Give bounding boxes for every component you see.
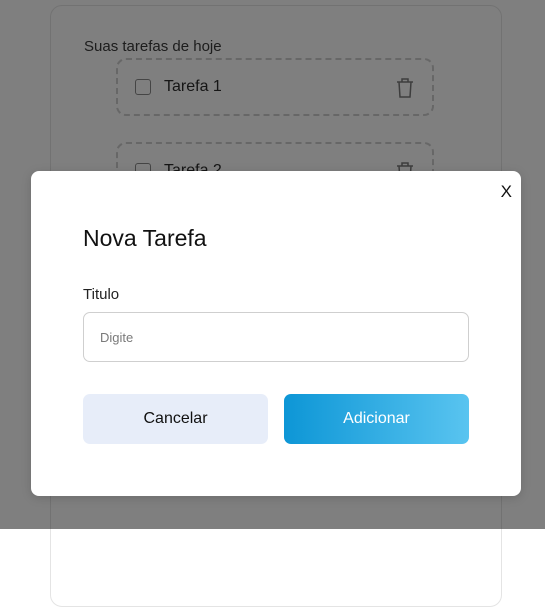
cancel-button[interactable]: Cancelar [83, 394, 268, 444]
close-button[interactable]: X [501, 182, 512, 202]
modal-title: Nova Tarefa [83, 225, 207, 251]
title-input[interactable] [83, 312, 469, 362]
add-button[interactable]: Adicionar [284, 394, 469, 444]
new-task-modal: X Nova Tarefa Titulo Cancelar Adicionar [31, 171, 521, 496]
title-field-label: Titulo [83, 286, 120, 303]
